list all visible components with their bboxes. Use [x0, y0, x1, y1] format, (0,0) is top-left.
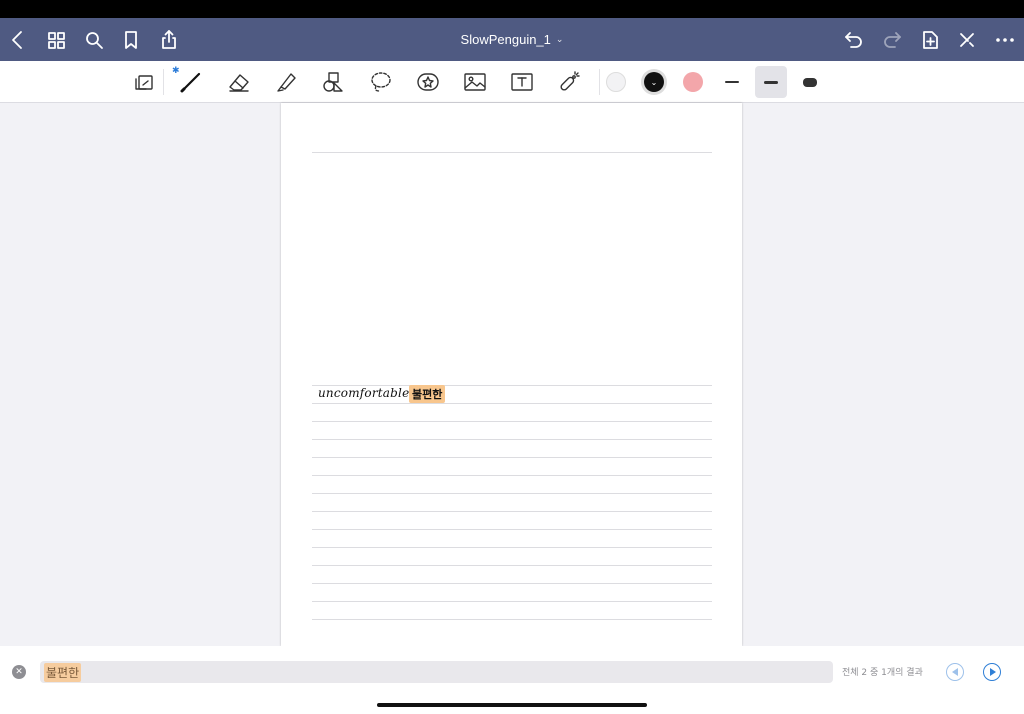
page-rule — [312, 601, 712, 602]
stroke-width-thick-preview — [803, 77, 817, 87]
page-rule — [312, 475, 712, 476]
more-icon[interactable] — [990, 18, 1020, 61]
sticker-icon[interactable] — [410, 65, 446, 99]
page-rule — [312, 565, 712, 566]
page-rule — [312, 439, 712, 440]
color-swatch-black[interactable]: ⌄ — [644, 72, 664, 92]
next-result-button[interactable] — [983, 663, 1001, 681]
stroke-width-thick[interactable] — [794, 66, 826, 98]
close-edit-icon[interactable] — [952, 18, 982, 61]
stroke-width-medium[interactable] — [755, 66, 787, 98]
previous-result-button[interactable] — [946, 663, 964, 681]
shapes-icon[interactable] — [315, 65, 351, 99]
page-rule — [312, 583, 712, 584]
tool-bar: ✱ ⌄ — [0, 61, 1024, 103]
previous-icon — [951, 668, 958, 676]
eraser-icon[interactable] — [221, 65, 257, 99]
color-swatch-white[interactable] — [606, 72, 626, 92]
status-bar — [0, 0, 1024, 18]
handwritten-word: uncomfortable — [318, 386, 410, 400]
document-title: SlowPenguin_1 — [460, 32, 551, 47]
image-icon[interactable] — [457, 65, 493, 99]
search-query: 불편한 — [44, 662, 82, 682]
bookmark-icon[interactable] — [116, 18, 146, 61]
add-page-icon[interactable] — [915, 18, 945, 61]
zoom-window-icon[interactable] — [126, 65, 162, 99]
lasso-icon[interactable] — [363, 65, 399, 99]
clear-search-icon[interactable]: ✕ — [12, 665, 26, 679]
search-icon[interactable] — [79, 18, 109, 61]
page-rule — [312, 421, 712, 422]
stroke-width-medium-preview — [764, 80, 778, 84]
highlighter-icon[interactable] — [268, 65, 304, 99]
page-rule — [312, 619, 712, 620]
undo-icon[interactable] — [839, 18, 869, 61]
search-input[interactable]: 불편한 — [40, 661, 833, 683]
page-rule — [312, 403, 712, 404]
page-rule — [312, 511, 712, 512]
search-result-count: 전체 2 중 1개의 결과 — [842, 668, 923, 678]
page-rule — [312, 529, 712, 530]
share-icon[interactable] — [154, 18, 184, 61]
redo-icon[interactable] — [877, 18, 907, 61]
note-page[interactable]: uncomfortable 불편한 — [281, 103, 742, 646]
laser-pointer-icon[interactable] — [551, 65, 587, 99]
toolbar-divider — [163, 69, 164, 95]
title-bar: SlowPenguin_1 ⌄ — [0, 18, 1024, 61]
color-swatch-pink[interactable] — [683, 72, 703, 92]
text-icon[interactable] — [504, 65, 540, 99]
home-indicator — [377, 703, 647, 707]
back-icon[interactable] — [3, 18, 33, 61]
search-match-highlight: 불편한 — [409, 385, 446, 403]
next-icon — [990, 668, 996, 676]
toolbar-divider — [599, 69, 600, 95]
pen-icon[interactable] — [173, 65, 209, 99]
chevron-down-icon: ⌄ — [650, 77, 658, 87]
stroke-width-fine-preview — [725, 81, 739, 83]
chevron-down-icon: ⌄ — [555, 34, 564, 44]
page-rule — [312, 457, 712, 458]
document-title-button[interactable]: SlowPenguin_1 ⌄ — [461, 32, 564, 47]
page-rule — [312, 152, 712, 153]
stroke-width-fine[interactable] — [716, 66, 748, 98]
page-rule — [312, 493, 712, 494]
thumbnails-icon[interactable] — [41, 18, 71, 61]
page-rule — [312, 547, 712, 548]
note-canvas[interactable]: uncomfortable 불편한 — [0, 103, 1024, 646]
